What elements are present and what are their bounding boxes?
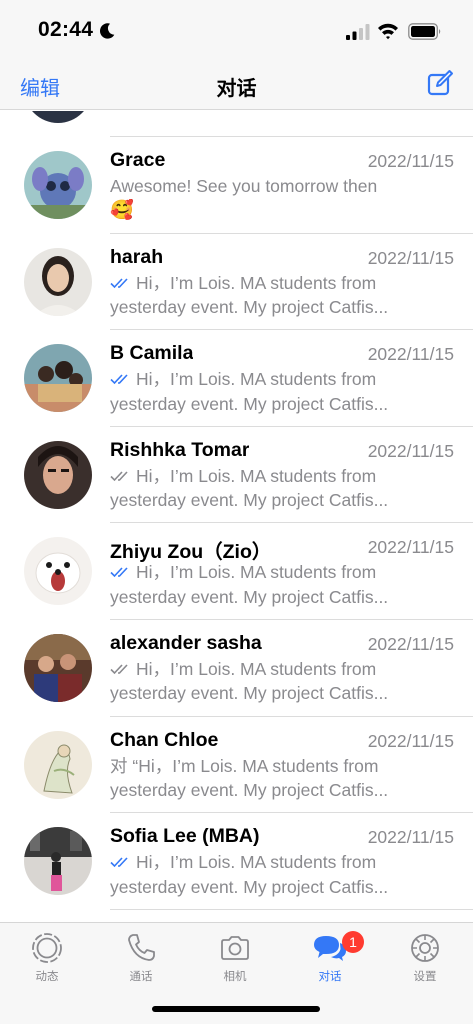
phone-icon: [128, 934, 155, 961]
status-bar: 02:44: [0, 0, 473, 62]
delivered-ticks-icon: [110, 664, 128, 675]
preview-line-2: yesterday event. My project Catfis...: [110, 586, 389, 607]
edit-button[interactable]: 编辑: [20, 72, 60, 101]
contact-name: Rishhka Tomar: [110, 438, 250, 461]
preview-line-1: 对 “Hi，I’m Lois. MA students from: [110, 755, 379, 776]
cellular-signal-icon: [346, 24, 370, 40]
chats-icon: [314, 936, 346, 961]
row-divider: [110, 908, 473, 910]
read-ticks-icon: [110, 374, 128, 385]
message-date: 2022/11/15: [367, 633, 454, 654]
message-preview: Hi，I’m Lois. MA students from yesterday …: [110, 560, 410, 609]
contact-name: Grace: [110, 149, 166, 171]
avatar: [24, 827, 92, 896]
contact-name: alexander sasha: [110, 631, 262, 654]
tab-label: 通话: [129, 971, 153, 983]
message-date: 2022/11/15: [367, 827, 454, 848]
avatar: [24, 537, 92, 606]
chat-row-rishhka-tomar[interactable]: Rishhka Tomar 2022/11/15 Hi，I’m Lois. MA…: [0, 427, 473, 524]
preview-line-1: Hi，I’m Lois. MA students from: [136, 562, 377, 583]
preview-line-1: Hi，I’m Lois. MA students from: [136, 852, 377, 873]
navigation-bar: 对话 编辑: [0, 62, 473, 110]
preview-line-2: 🥰: [110, 199, 134, 221]
preview-line-1: Hi，I’m Lois. MA students from: [136, 369, 377, 390]
status-icon: [32, 933, 62, 963]
contact-name: harah: [110, 245, 164, 268]
avatar: [24, 633, 92, 702]
tab-status[interactable]: 动态: [0, 931, 94, 987]
preview-line-2: yesterday event. My project Catfis...: [110, 297, 389, 318]
read-ticks-icon: [110, 567, 128, 578]
chat-row-b-camila[interactable]: B Camila 2022/11/15 Hi，I’m Lois. MA stud…: [0, 330, 473, 427]
preview-line-2: yesterday event. My project Catfis...: [110, 490, 389, 511]
avatar: [24, 151, 92, 219]
message-preview: Awesome! See you tomorrow then 🥰: [110, 174, 410, 223]
chat-row-harah[interactable]: harah 2022/11/15 Hi，I’m Lois. MA student…: [0, 234, 473, 331]
compose-icon[interactable]: [426, 69, 454, 97]
settings-icon: [411, 934, 439, 962]
message-date: 2022/11/15: [367, 344, 454, 365]
message-date: 2022/11/15: [367, 151, 454, 171]
avatar: [24, 440, 92, 509]
message-preview: Hi，I’m Lois. MA students from yesterday …: [110, 464, 410, 513]
preview-line-2: yesterday event. My project Catfis...: [110, 780, 389, 801]
preview-line-1: Hi，I’m Lois. MA students from: [136, 272, 377, 293]
message-date: 2022/11/15: [367, 730, 454, 751]
tab-chats[interactable]: 1 对话: [283, 931, 377, 987]
message-preview: Hi，I’m Lois. MA students from yesterday …: [110, 657, 410, 706]
contact-name: Chan Chloe: [110, 728, 219, 751]
tab-settings[interactable]: 设置: [378, 931, 472, 987]
moon-icon: [100, 23, 115, 39]
home-indicator[interactable]: [152, 1006, 320, 1012]
preview-line-2: yesterday event. My project Catfis...: [110, 393, 389, 414]
tab-label: 动态: [35, 971, 59, 983]
chat-row-zhiyu-zou[interactable]: Zhiyu Zou（Zio） 2022/11/15 Hi，I’m Lois. M…: [0, 523, 473, 620]
message-preview: 对 “Hi，I’m Lois. MA students from yesterd…: [110, 754, 410, 803]
chat-row-chan-chloe[interactable]: Chan Chloe 2022/11/15 对 “Hi，I’m Lois. MA…: [0, 717, 473, 814]
unread-badge: 1: [342, 931, 364, 953]
tab-label: 相机: [223, 971, 247, 983]
contact-name: Sofia Lee (MBA): [110, 825, 260, 848]
page-title: 对话: [216, 78, 257, 100]
tab-camera[interactable]: 相机: [188, 931, 282, 987]
status-time: 02:44: [38, 18, 94, 41]
preview-line-1: Hi，I’m Lois. MA students from: [136, 658, 377, 679]
message-preview: Hi，I’m Lois. MA students from yesterday …: [110, 271, 410, 320]
preview-line-1: Hi，I’m Lois. MA students from: [136, 465, 377, 486]
tab-calls[interactable]: 通话: [94, 931, 188, 987]
avatar: [24, 247, 92, 316]
camera-icon: [221, 936, 249, 960]
battery-icon: [408, 23, 441, 40]
chat-list[interactable]: Grace 2022/11/15 Awesome! See you tomorr…: [0, 111, 473, 922]
list-item-partial[interactable]: [0, 111, 473, 137]
delivered-ticks-icon: [110, 471, 128, 481]
message-preview: Hi，I’m Lois. MA students from yesterday …: [110, 850, 410, 899]
tab-label: 设置: [413, 971, 437, 983]
preview-line-2: yesterday event. My project Catfis...: [110, 683, 389, 704]
preview-line-2: yesterday event. My project Catfis...: [110, 876, 389, 897]
chat-row-sofia-lee[interactable]: Sofia Lee (MBA) 2022/11/15 Hi，I’m Lois. …: [0, 813, 473, 910]
avatar: [24, 111, 92, 123]
tab-label: 对话: [318, 971, 342, 983]
message-date: 2022/11/15: [367, 440, 454, 461]
message-date: 2022/11/15: [367, 247, 454, 268]
read-ticks-icon: [110, 857, 128, 868]
chat-row-grace[interactable]: Grace 2022/11/15 Awesome! See you tomorr…: [0, 137, 473, 234]
avatar: [24, 344, 92, 413]
preview-line-1: Awesome! See you tomorrow then: [110, 176, 378, 196]
wifi-icon: [378, 23, 398, 40]
chat-row-alexander-sasha[interactable]: alexander sasha 2022/11/15 Hi，I’m Lois. …: [0, 620, 473, 717]
message-date: 2022/11/15: [367, 537, 454, 558]
read-ticks-icon: [110, 278, 128, 288]
message-preview: Hi，I’m Lois. MA students from yesterday …: [110, 367, 410, 416]
contact-name: B Camila: [110, 342, 194, 365]
avatar: [24, 730, 92, 799]
